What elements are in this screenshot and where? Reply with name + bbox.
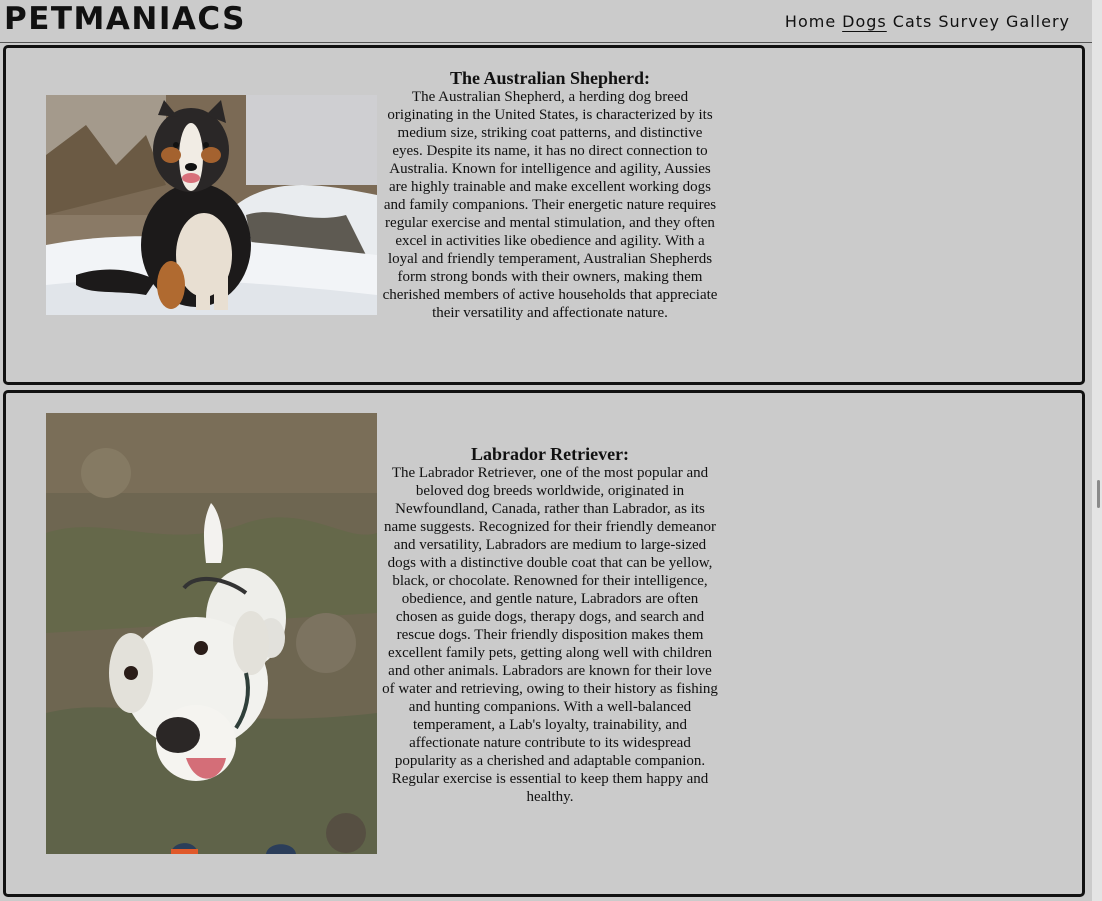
page-scrollbar[interactable]	[1092, 0, 1102, 901]
nav-home[interactable]: Home	[785, 12, 836, 31]
scrollbar-thumb[interactable]	[1097, 480, 1100, 508]
breed-title: Labrador Retriever:	[470, 444, 630, 464]
breed-title: The Australian Shepherd:	[449, 68, 651, 88]
breed-description: The Australian Shepherd, a herding dog b…	[382, 89, 718, 321]
nav-gallery[interactable]: Gallery	[1006, 12, 1070, 31]
nav-cats[interactable]: Cats	[893, 12, 933, 31]
australian-shepherd-photo	[46, 95, 377, 315]
nav-survey[interactable]: Survey	[938, 12, 1000, 31]
site-logo[interactable]: PETMANIACS	[4, 0, 246, 38]
breed-card-australian-shepherd: The Australian Shepherd: The Australian …	[3, 45, 1085, 385]
labrador-photo	[46, 413, 377, 854]
labrador-text: Labrador Retriever: The Labrador Retriev…	[382, 444, 718, 806]
breed-card-labrador: Labrador Retriever: The Labrador Retriev…	[3, 390, 1085, 897]
australian-shepherd-text: The Australian Shepherd: The Australian …	[382, 68, 718, 322]
breed-description: The Labrador Retriever, one of the most …	[382, 465, 718, 805]
nav-dogs[interactable]: Dogs	[842, 12, 887, 31]
main-nav: Home Dogs Cats Survey Gallery	[785, 12, 1070, 31]
site-header: PETMANIACS Home Dogs Cats Survey Gallery	[0, 0, 1092, 43]
